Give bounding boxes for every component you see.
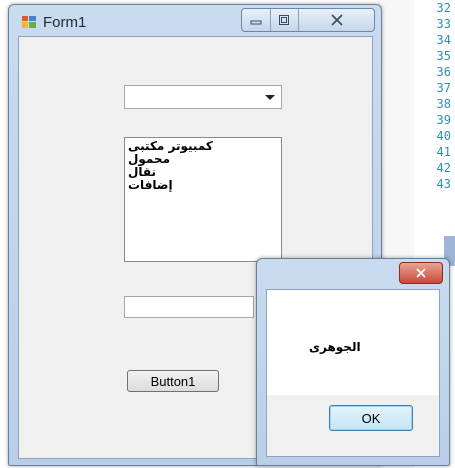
line-number: 40 — [436, 129, 451, 143]
line-number: 38 — [436, 97, 451, 111]
list-item[interactable]: إضافات — [128, 179, 278, 192]
maximize-button[interactable] — [271, 9, 300, 31]
line-number: 34 — [436, 33, 451, 47]
line-number: 43 — [436, 177, 451, 191]
line-number: 35 — [436, 49, 451, 63]
message-box: الجوهرى OK — [256, 258, 450, 466]
listbox[interactable]: كمبيوتر مكتبى محمول نقال إضافات — [124, 137, 282, 262]
line-number: 37 — [436, 81, 451, 95]
line-number: 39 — [436, 113, 451, 127]
combobox[interactable] — [124, 85, 282, 109]
ok-button[interactable]: OK — [329, 405, 413, 431]
button1[interactable]: Button1 — [127, 370, 219, 392]
line-number: 36 — [436, 65, 451, 79]
form1-titlebar[interactable]: Form1 — [9, 5, 381, 35]
form1-title: Form1 — [43, 14, 87, 31]
close-icon — [416, 268, 426, 278]
line-number: 41 — [436, 145, 451, 159]
close-icon — [331, 14, 343, 26]
maximize-icon — [279, 15, 290, 25]
caption-buttons — [241, 8, 375, 32]
message-box-client-area: الجوهرى — [266, 289, 440, 457]
line-number: 33 — [436, 17, 451, 31]
message-text: الجوهرى — [309, 340, 361, 354]
form-app-icon — [22, 16, 36, 28]
minimize-icon — [250, 20, 262, 25]
text-input[interactable] — [124, 296, 254, 318]
message-box-close-button[interactable] — [399, 262, 443, 284]
close-button[interactable] — [299, 9, 374, 31]
minimize-button[interactable] — [242, 9, 271, 31]
line-number: 32 — [436, 1, 451, 15]
chevron-down-icon[interactable] — [265, 95, 275, 100]
line-number: 42 — [436, 161, 451, 175]
